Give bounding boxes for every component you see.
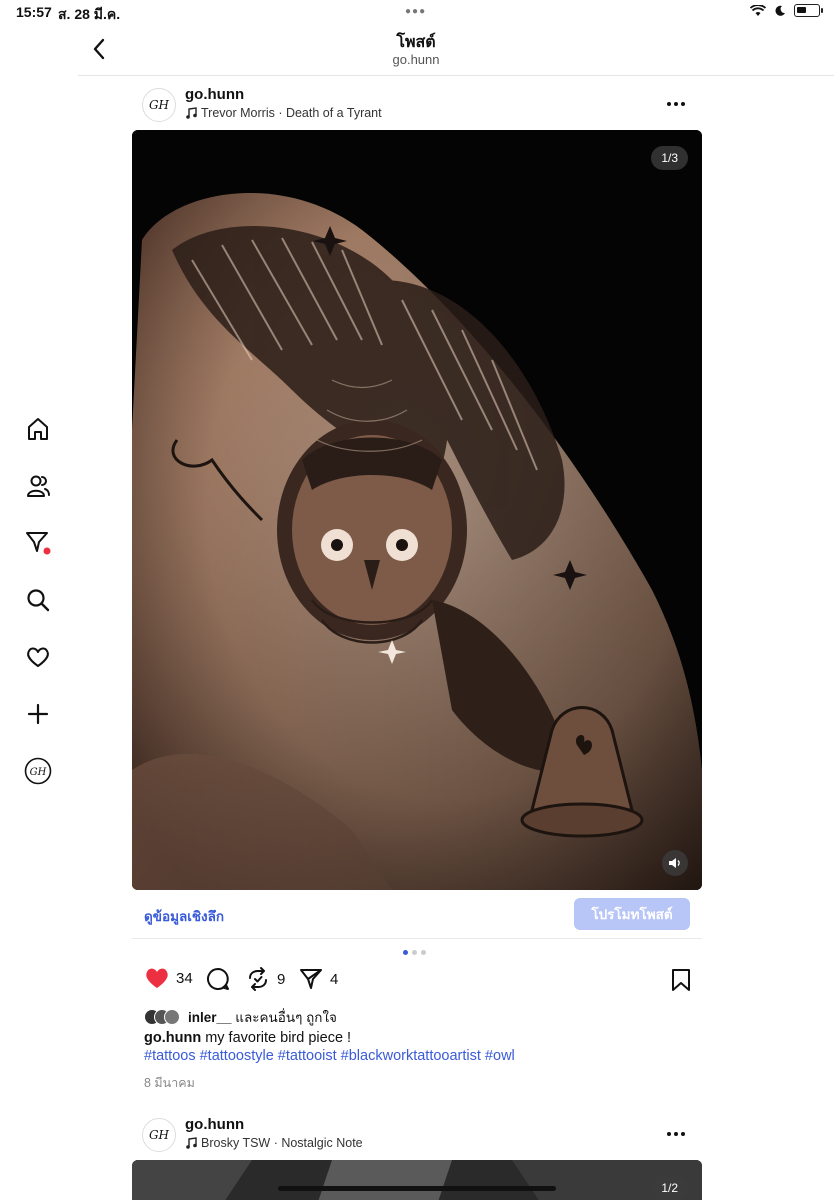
post-hashtags[interactable]: #tattoos #tattoostyle #tattooist #blackw… bbox=[144, 1048, 515, 1064]
nav-users[interactable] bbox=[23, 471, 53, 501]
pager-dot bbox=[421, 950, 426, 955]
promote-post-button[interactable]: โปรโมทโพสต์ bbox=[574, 898, 690, 930]
search-icon bbox=[27, 589, 50, 612]
like-button[interactable]: 34 bbox=[144, 966, 193, 990]
status-icons bbox=[750, 4, 823, 17]
liked-by-text: inler__ และคนอื่นๆ ถูกใจ bbox=[188, 1006, 337, 1028]
nav-create[interactable] bbox=[23, 699, 53, 729]
mute-button[interactable] bbox=[662, 850, 688, 876]
post-header: GH go.hunn Brosky TSW · Nostalgic Note bbox=[142, 1116, 702, 1162]
comment-icon bbox=[207, 968, 229, 990]
home-indicator[interactable] bbox=[278, 1186, 556, 1191]
svg-text:GH: GH bbox=[30, 767, 47, 778]
wifi-icon bbox=[750, 4, 766, 16]
ellipsis-icon bbox=[667, 1132, 685, 1136]
post-caption: go.hunn my favorite bird piece ! bbox=[144, 1030, 351, 1046]
repost-icon bbox=[249, 967, 267, 991]
avatar[interactable]: GH bbox=[142, 88, 176, 122]
caption-text: my favorite bird piece ! bbox=[205, 1030, 352, 1046]
post-music-label: Trevor Morris · Death of a Tyrant bbox=[201, 106, 382, 120]
moon-icon bbox=[775, 5, 785, 16]
post-actions: 34 9 4 bbox=[144, 966, 692, 996]
nav-activity[interactable] bbox=[23, 642, 53, 672]
page-subtitle: go.hunn bbox=[392, 52, 440, 67]
pager-dot bbox=[412, 950, 417, 955]
post-date: 8 มีนาคม bbox=[144, 1076, 195, 1090]
share-count: 4 bbox=[330, 970, 339, 988]
post-image[interactable]: 1/2 bbox=[132, 1160, 702, 1200]
status-date: ส. 28 มี.ค. bbox=[58, 6, 121, 22]
likes-summary[interactable]: inler__ และคนอื่นๆ ถูกใจ bbox=[144, 1006, 337, 1028]
post-header: GH go.hunn Trevor Morris · Death of a Ty… bbox=[142, 86, 702, 132]
nav-home[interactable] bbox=[23, 414, 53, 444]
more-options-button[interactable] bbox=[664, 94, 688, 114]
image-counter: 1/3 bbox=[651, 146, 688, 170]
view-insights-link[interactable]: ดูข้อมูลเชิงลึก bbox=[144, 905, 224, 927]
music-note-icon bbox=[186, 107, 197, 119]
filter-icon bbox=[26, 532, 51, 555]
battery-icon bbox=[794, 4, 823, 17]
status-time: 15:57 bbox=[16, 4, 52, 20]
bookmark-icon bbox=[672, 969, 690, 991]
avatar[interactable]: GH bbox=[142, 1118, 176, 1152]
tattoo-photo bbox=[132, 1160, 702, 1200]
nav-profile[interactable]: GH bbox=[23, 756, 53, 786]
ellipsis-icon bbox=[667, 102, 685, 106]
bookmark-button[interactable] bbox=[670, 968, 692, 997]
speaker-icon bbox=[669, 858, 680, 868]
multitask-dots-icon[interactable]: ●●● bbox=[405, 6, 426, 17]
heart-icon bbox=[146, 968, 168, 988]
liked-by-user[interactable]: inler__ bbox=[188, 1010, 232, 1025]
music-note-icon bbox=[186, 1137, 197, 1149]
post-music[interactable]: Brosky TSW · Nostalgic Note bbox=[185, 1136, 363, 1150]
home-icon bbox=[28, 418, 48, 440]
liker-avatar bbox=[164, 1009, 180, 1025]
post-music-label: Brosky TSW · Nostalgic Note bbox=[201, 1136, 363, 1150]
carousel-pager bbox=[403, 950, 426, 955]
caption-username[interactable]: go.hunn bbox=[144, 1030, 201, 1046]
post-topbar: โพสต์ go.hunn bbox=[78, 24, 834, 76]
tattoo-photo bbox=[132, 130, 702, 890]
post-username[interactable]: go.hunn bbox=[185, 86, 244, 103]
plus-icon bbox=[27, 703, 49, 725]
post-username[interactable]: go.hunn bbox=[185, 1116, 244, 1133]
nav-search[interactable] bbox=[23, 585, 53, 615]
heart-icon bbox=[27, 647, 49, 667]
more-options-button[interactable] bbox=[664, 1124, 688, 1144]
image-counter: 1/2 bbox=[651, 1176, 688, 1200]
share-icon bbox=[300, 969, 322, 989]
pager-dot bbox=[403, 950, 408, 955]
post-music[interactable]: Trevor Morris · Death of a Tyrant bbox=[185, 106, 382, 120]
post-image[interactable]: 1/3 bbox=[132, 130, 702, 890]
comment-button[interactable] bbox=[205, 966, 231, 992]
liked-by-rest: และคนอื่นๆ ถูกใจ bbox=[235, 1010, 337, 1025]
like-count: 34 bbox=[176, 969, 193, 987]
repost-button[interactable]: 9 bbox=[245, 966, 285, 992]
users-icon bbox=[27, 475, 50, 497]
divider bbox=[132, 938, 702, 939]
repost-count: 9 bbox=[277, 970, 286, 988]
status-bar: 15:57 ส. 28 มี.ค. ●●● bbox=[0, 0, 834, 24]
profile-avatar-icon: GH bbox=[24, 757, 52, 785]
share-button[interactable]: 4 bbox=[298, 966, 338, 992]
nav-filter[interactable] bbox=[23, 528, 53, 558]
